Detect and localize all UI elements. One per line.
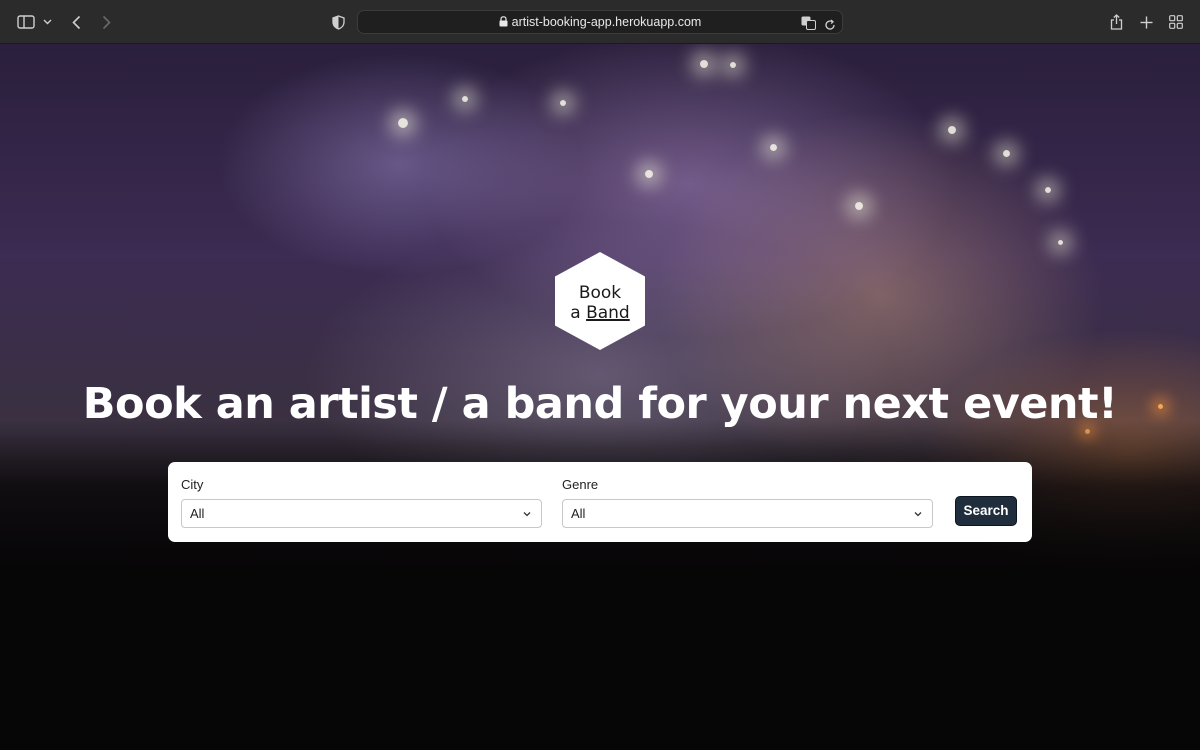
url-text: artist-booking-app.herokuapp.com (511, 15, 702, 29)
back-icon[interactable] (66, 9, 86, 35)
share-icon[interactable] (1107, 9, 1125, 35)
reload-icon[interactable] (824, 16, 836, 35)
translate-icon[interactable] (801, 15, 816, 34)
chevron-down-icon[interactable] (40, 9, 54, 35)
stage-light (770, 144, 777, 151)
browser-toolbar: artist-booking-app.herokuapp.com (0, 0, 1200, 44)
logo-line2-prefix: a (570, 303, 581, 323)
sidebar-icon[interactable] (14, 9, 38, 35)
stage-light (398, 118, 408, 128)
stage-light (462, 96, 468, 102)
genre-select[interactable]: All (562, 499, 933, 528)
stage-light (560, 100, 566, 106)
chevron-down-icon (523, 512, 531, 517)
city-select[interactable]: All (181, 499, 542, 528)
stage-light (1058, 240, 1063, 245)
lock-icon (499, 16, 508, 30)
shield-icon[interactable] (329, 9, 347, 35)
tab-overview-icon[interactable] (1167, 9, 1185, 35)
hero-background: Book a Band Book an artist / a band for … (0, 44, 1200, 750)
address-bar[interactable]: artist-booking-app.herokuapp.com (357, 10, 843, 34)
city-label: City (181, 477, 204, 492)
forward-icon[interactable] (96, 9, 116, 35)
stage-light (1045, 187, 1051, 193)
logo-line1: Book (578, 283, 622, 303)
address-text: artist-booking-app.herokuapp.com (358, 15, 842, 30)
stage-light (730, 62, 736, 68)
new-tab-icon[interactable] (1137, 9, 1155, 35)
city-select-value: All (190, 506, 205, 521)
stage-light (1003, 150, 1010, 157)
search-panel: City All Genre All Search (168, 462, 1032, 542)
chevron-down-icon (914, 512, 922, 517)
stage-light (645, 170, 653, 178)
genre-label: Genre (562, 477, 599, 492)
logo-line2: a Band (553, 303, 647, 323)
book-a-band-logo[interactable]: Book a Band (553, 251, 647, 351)
stage-light (855, 202, 863, 210)
search-button[interactable]: Search (955, 496, 1017, 526)
stage-light (948, 126, 956, 134)
genre-select-value: All (571, 506, 586, 521)
stage-light (700, 60, 708, 68)
hero-headline: Book an artist / a band for your next ev… (82, 379, 1118, 429)
logo-line2-band: Band (586, 303, 630, 323)
